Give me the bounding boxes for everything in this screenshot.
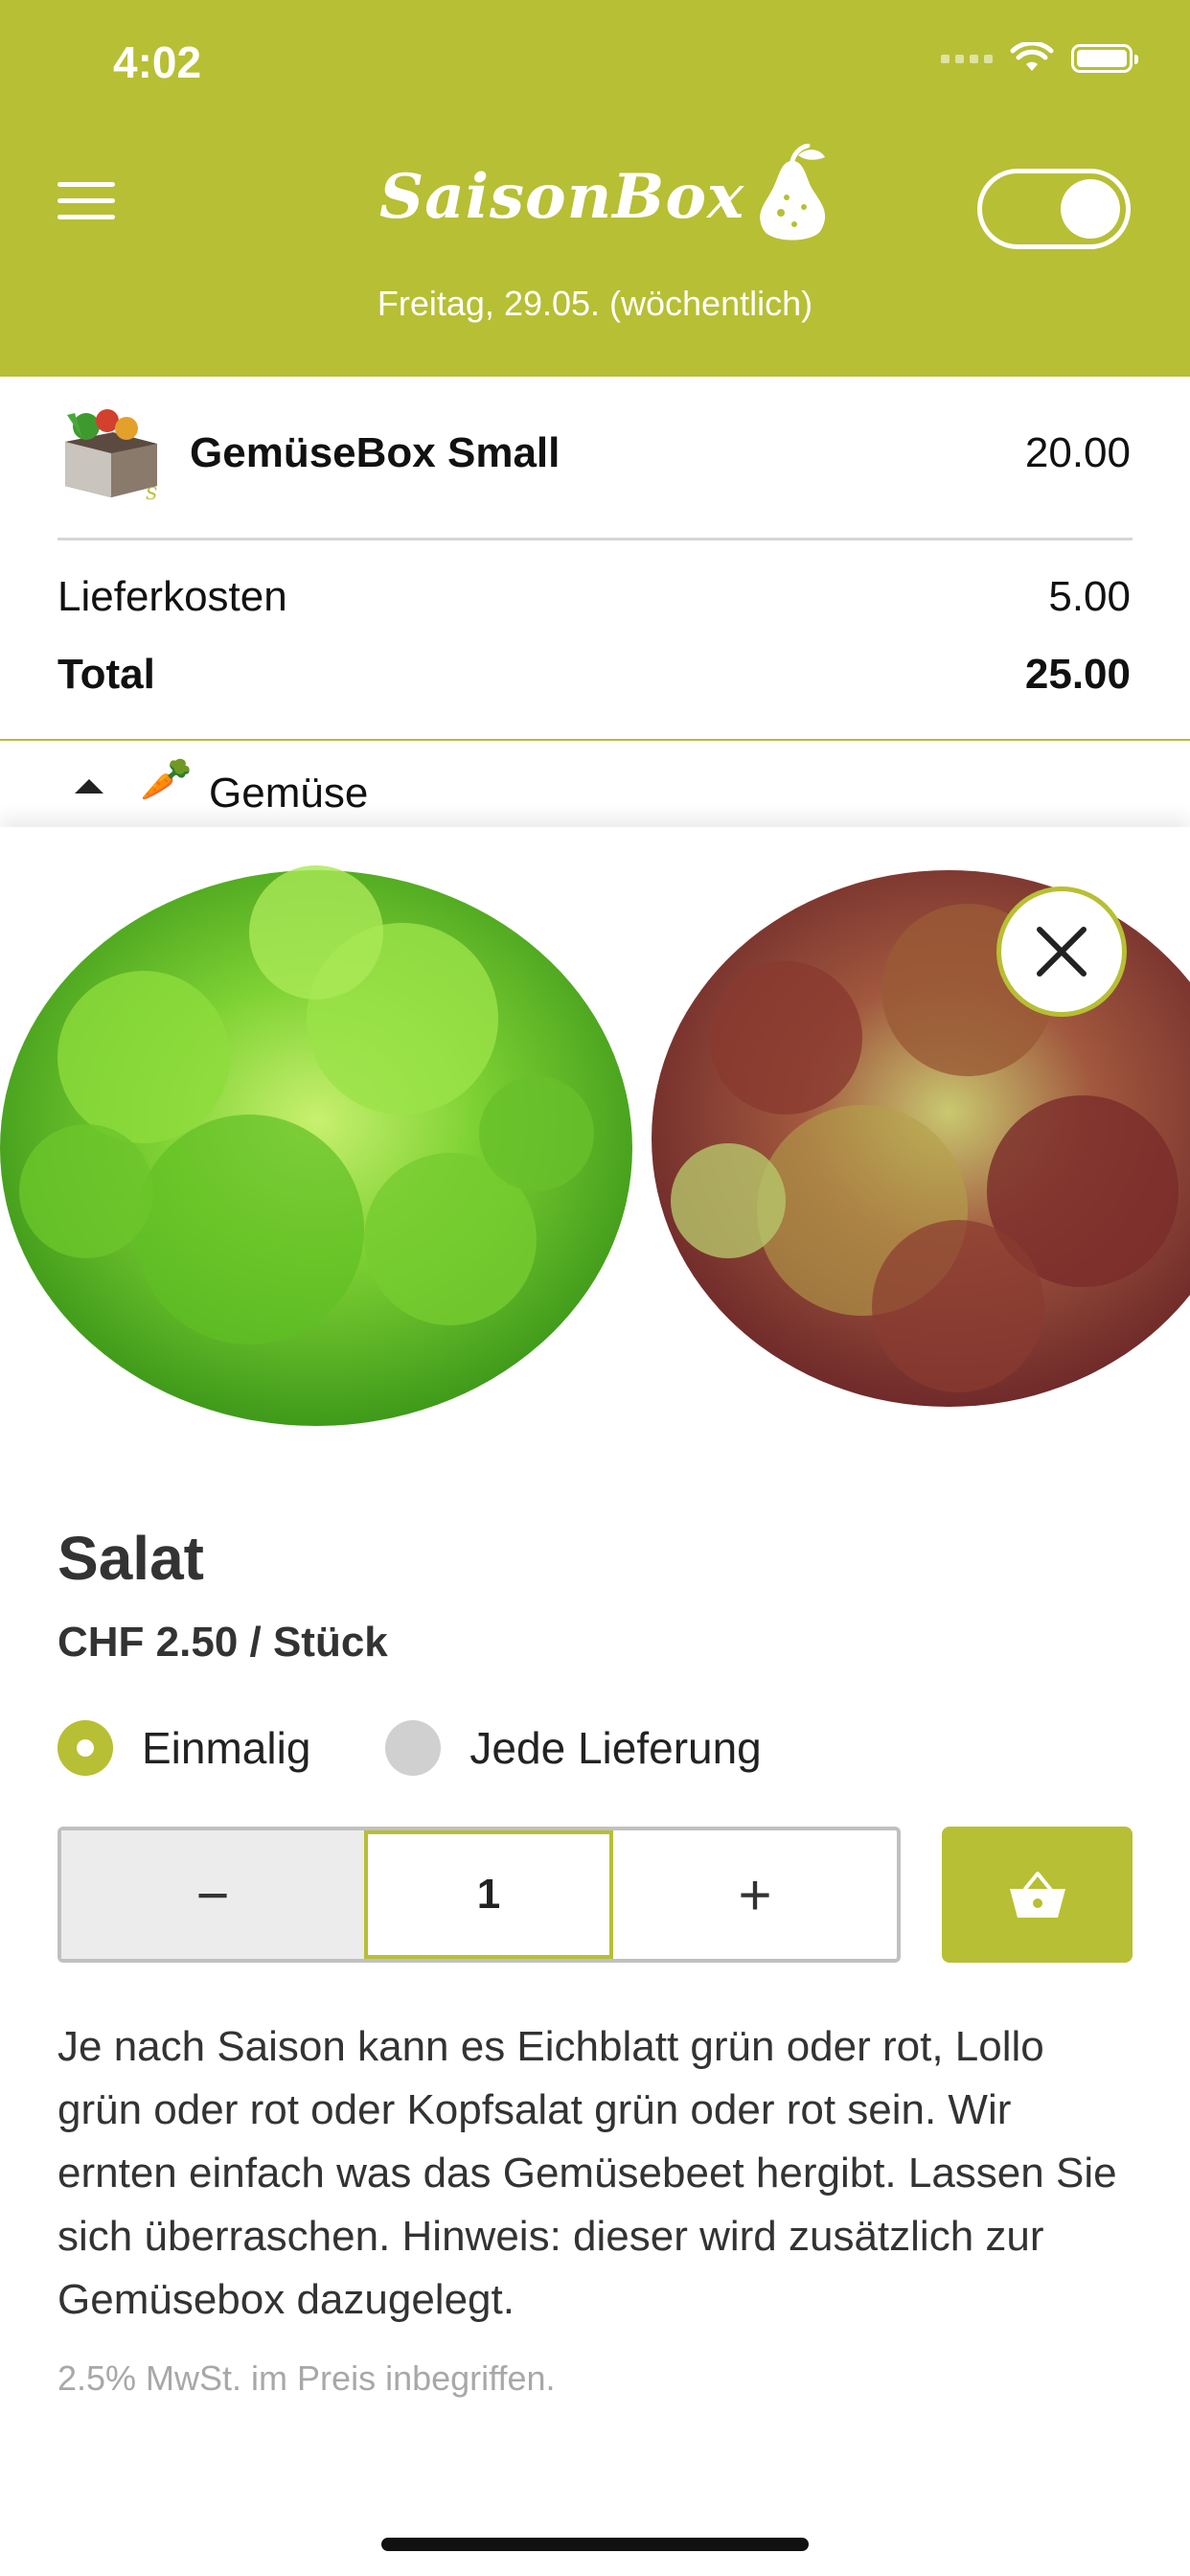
radio-jede-lieferung-label[interactable]: Jede Lieferung [469,1722,761,1774]
toggle-knob [1061,179,1120,239]
close-x-glyph [1037,927,1087,977]
product-image-gallery[interactable] [0,827,1190,1474]
delivery-toggle[interactable] [977,169,1131,249]
total-label: Total [57,651,155,698]
divider [57,538,1133,540]
radio-einmalig[interactable] [57,1720,113,1776]
product-price: CHF 2.50 / Stück [57,1619,388,1666]
status-time: 4:02 [113,37,202,87]
decrement-button[interactable]: − [61,1830,364,1959]
wifi-icon [1010,42,1054,71]
box-price: 20.00 [1024,429,1131,476]
basket-icon [1009,1872,1065,1918]
box-thumbnail: S [65,409,157,501]
product-title: Salat [57,1524,204,1593]
order-summary: S GemüseBox Small 20.00 Lieferkosten 5.0… [0,377,1190,744]
delivery-cost-label: Lieferkosten [57,573,287,620]
box-name: GemüseBox Small [190,429,561,476]
status-icons [941,42,1138,75]
frequency-options: Einmalig Jede Lieferung [57,1714,836,1782]
radio-einmalig-label[interactable]: Einmalig [142,1722,310,1774]
home-indicator[interactable] [381,2538,809,2551]
add-to-basket-button[interactable] [942,1827,1133,1963]
pear-icon [760,144,826,241]
product-description: Je nach Saison kann es Eichblatt grün od… [57,2023,1117,2323]
logo-text: SaisonBox [379,160,745,233]
increment-button[interactable]: + [613,1830,897,1959]
category-label: Gemüse [209,770,369,816]
collapse-arrow-icon [75,779,103,794]
carrot-icon: 🥕 [140,756,193,803]
app-logo: SaisonBox [379,144,840,249]
vat-note: 2.5% MwSt. im Preis inbegriffen. [57,2358,556,2398]
signal-icon [941,54,993,63]
svg-text:S: S [146,484,157,501]
radio-jede-lieferung[interactable] [385,1720,442,1776]
delivery-cost-value: 5.00 [1048,573,1131,620]
hamburger-icon[interactable] [57,182,115,219]
delivery-date: Freitag, 29.05. (wöchentlich) [377,284,813,323]
quantity-stepper: − 1 + [57,1827,901,1963]
close-icon[interactable] [996,886,1127,1017]
category-header-gemuese[interactable]: 🥕 Gemüse [0,741,1190,827]
total-value: 25.00 [1024,651,1131,698]
app-header: 4:02 SaisonBox Freitag, 29.05. (wöchentl… [0,0,1190,377]
quantity-value[interactable]: 1 [364,1830,613,1959]
battery-icon [1071,44,1138,73]
product-detail-sheet: Salat CHF 2.50 / Stück Einmalig Jede Lie… [0,827,1190,2576]
green-lettuce-image [0,865,632,1426]
